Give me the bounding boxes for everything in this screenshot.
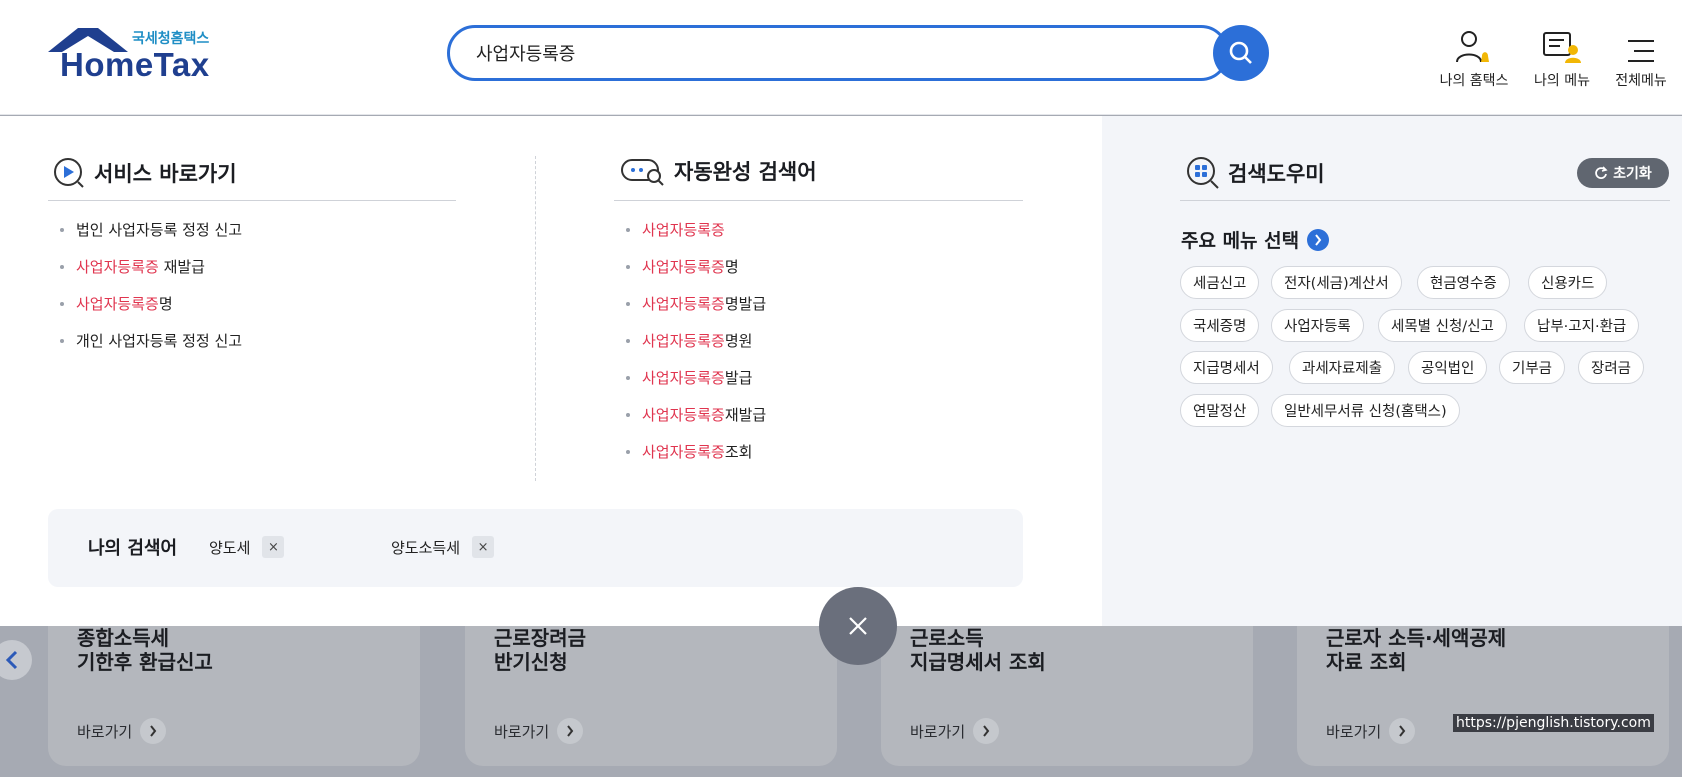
chevron-left-icon [5, 650, 18, 670]
menu-tag[interactable]: 국세증명 [1180, 309, 1260, 342]
reset-button[interactable]: 초기화 [1577, 158, 1669, 188]
card-go-label: 바로가기 [1326, 722, 1382, 741]
divider [48, 200, 456, 201]
menu-tag[interactable]: 세목별 신청/신고 [1378, 309, 1507, 342]
card-title: 종합소득세 기한후 환급신고 [77, 626, 213, 674]
menu-tag[interactable]: 전자(세금)계산서 [1271, 266, 1402, 299]
menu-tag[interactable]: 지급명세서 [1180, 351, 1273, 384]
header: 국세청홈택스 HomeTax 나의 홈택스 나의 메뉴 전체메뉴 [0, 0, 1682, 115]
menu-tag[interactable]: 신용카드 [1528, 266, 1608, 299]
card-title: 근로장려금 반기신청 [494, 626, 586, 674]
recent-search-text[interactable]: 양도소득세 [391, 537, 460, 558]
card-title: 근로자 소득·세액공제 자료 조회 [1326, 626, 1507, 674]
card-go-label: 바로가기 [910, 722, 966, 741]
card-go-link[interactable]: 바로가기 [494, 718, 584, 744]
hamburger-icon [1628, 40, 1654, 62]
main-menu-select-title[interactable]: 주요 메뉴 선택 [1181, 226, 1330, 253]
chevron-right-icon [1389, 718, 1416, 744]
chevron-right-icon [140, 718, 167, 744]
service-title-text: 서비스 바로가기 [94, 162, 237, 186]
menu-tag[interactable]: 연말정산 [1180, 394, 1260, 427]
logo-title: HomeTax [60, 46, 210, 83]
card-go-link[interactable]: 바로가기 [77, 718, 167, 744]
search-box [447, 25, 1229, 81]
autocomplete-list: 사업자등록증 사업자등록증 명 사업자등록증 명발급 사업자등록증 명원 사업자등록증… [626, 211, 766, 470]
service-list: 법인 사업자등록 정정 신고 사업자등록증 재발급 사업자등록증 명 개인 사업자… [60, 211, 242, 359]
search-helper-title: 검색도우미 [1186, 156, 1325, 190]
my-hometax-label: 나의 홈택스 [1439, 73, 1509, 89]
service-item[interactable]: 개인 사업자등록 정정 신고 [60, 322, 242, 359]
autocomplete-item[interactable]: 사업자등록증 명 [626, 248, 766, 285]
remove-icon[interactable]: × [262, 536, 285, 558]
menu-tag[interactable]: 세금신고 [1180, 266, 1260, 299]
close-panel-button[interactable] [819, 587, 897, 665]
autocomplete-item[interactable]: 사업자등록증 명발급 [626, 285, 766, 322]
search-icon [1229, 41, 1252, 64]
refresh-icon [1595, 166, 1608, 179]
divider [614, 200, 1023, 201]
reset-label: 초기화 [1613, 166, 1652, 182]
card-go-link[interactable]: 바로가기 [910, 718, 1000, 744]
menu-user-icon [1543, 32, 1581, 63]
service-item[interactable]: 사업자등록증 명 [60, 285, 242, 322]
all-menu-label: 전체메뉴 [1615, 73, 1667, 89]
service-item[interactable]: 사업자등록증 재발급 [60, 248, 242, 285]
service-shortcut-title: 서비스 바로가기 [52, 156, 237, 190]
chevron-right-icon [557, 718, 584, 744]
autocomplete-item[interactable]: 사업자등록증 발급 [626, 359, 766, 396]
autocomplete-title-text: 자동완성 검색어 [674, 160, 817, 184]
hometax-logo[interactable]: 국세청홈택스 HomeTax [48, 28, 218, 83]
service-item[interactable]: 법인 사업자등록 정정 신고 [60, 211, 242, 248]
menu-title-text: 주요 메뉴 선택 [1181, 230, 1300, 252]
card-title: 근로소득 지급명세서 조회 [910, 626, 1046, 674]
helper-title-text: 검색도우미 [1228, 162, 1325, 186]
my-menu-link[interactable]: 나의 메뉴 [1517, 22, 1607, 90]
search-button[interactable] [1213, 25, 1269, 81]
menu-tag[interactable]: 납부·고지·환급 [1524, 309, 1640, 342]
my-search-box: 나의 검색어 양도세 × 양도소득세 × [48, 509, 1023, 587]
card-go-label: 바로가기 [494, 722, 550, 741]
menu-tag[interactable]: 과세자료제출 [1289, 351, 1396, 384]
remove-icon[interactable]: × [472, 536, 495, 558]
carousel-prev-button[interactable] [0, 640, 32, 680]
my-search-label: 나의 검색어 [88, 538, 178, 559]
card-go-label: 바로가기 [77, 722, 133, 741]
keyboard-search-icon [621, 159, 664, 186]
search-input[interactable] [474, 38, 1134, 68]
logo-subtitle: 국세청홈택스 [132, 31, 210, 47]
card-go-link[interactable]: 바로가기 [1326, 718, 1416, 744]
divider [1180, 200, 1670, 201]
autocomplete-item[interactable]: 사업자등록증 재발급 [626, 396, 766, 433]
recent-search-chip[interactable]: 양도소득세 × [391, 536, 495, 558]
menu-tag[interactable]: 장려금 [1578, 351, 1645, 384]
recent-search-text[interactable]: 양도세 [209, 537, 250, 558]
play-circle-icon [54, 158, 84, 188]
close-icon [849, 617, 867, 635]
autocomplete-item[interactable]: 사업자등록증 조회 [626, 433, 766, 470]
grid-search-icon [1187, 157, 1219, 189]
menu-tag[interactable]: 일반세무서류 신청(홈택스) [1271, 394, 1460, 427]
autocomplete-title: 자동완성 검색어 [620, 156, 817, 186]
menu-tag[interactable]: 현금영수증 [1417, 266, 1510, 299]
chevron-right-icon [973, 718, 1000, 744]
chevron-right-icon [1307, 228, 1330, 251]
watermark-url: https://pjenglish.tistory.com [1453, 714, 1654, 732]
menu-tag[interactable]: 공익법인 [1408, 351, 1488, 384]
recent-search-chip[interactable]: 양도세 × [209, 536, 285, 558]
my-menu-label: 나의 메뉴 [1534, 73, 1590, 89]
autocomplete-item[interactable]: 사업자등록증 명원 [626, 322, 766, 359]
menu-tag[interactable]: 사업자등록 [1271, 309, 1364, 342]
my-hometax-link[interactable]: 나의 홈택스 [1429, 22, 1519, 90]
all-menu-link[interactable]: 전체메뉴 [1596, 22, 1682, 90]
autocomplete-item[interactable]: 사업자등록증 [626, 211, 766, 248]
user-bell-icon [1456, 31, 1489, 63]
column-divider [535, 156, 536, 481]
menu-tag[interactable]: 기부금 [1499, 351, 1566, 384]
